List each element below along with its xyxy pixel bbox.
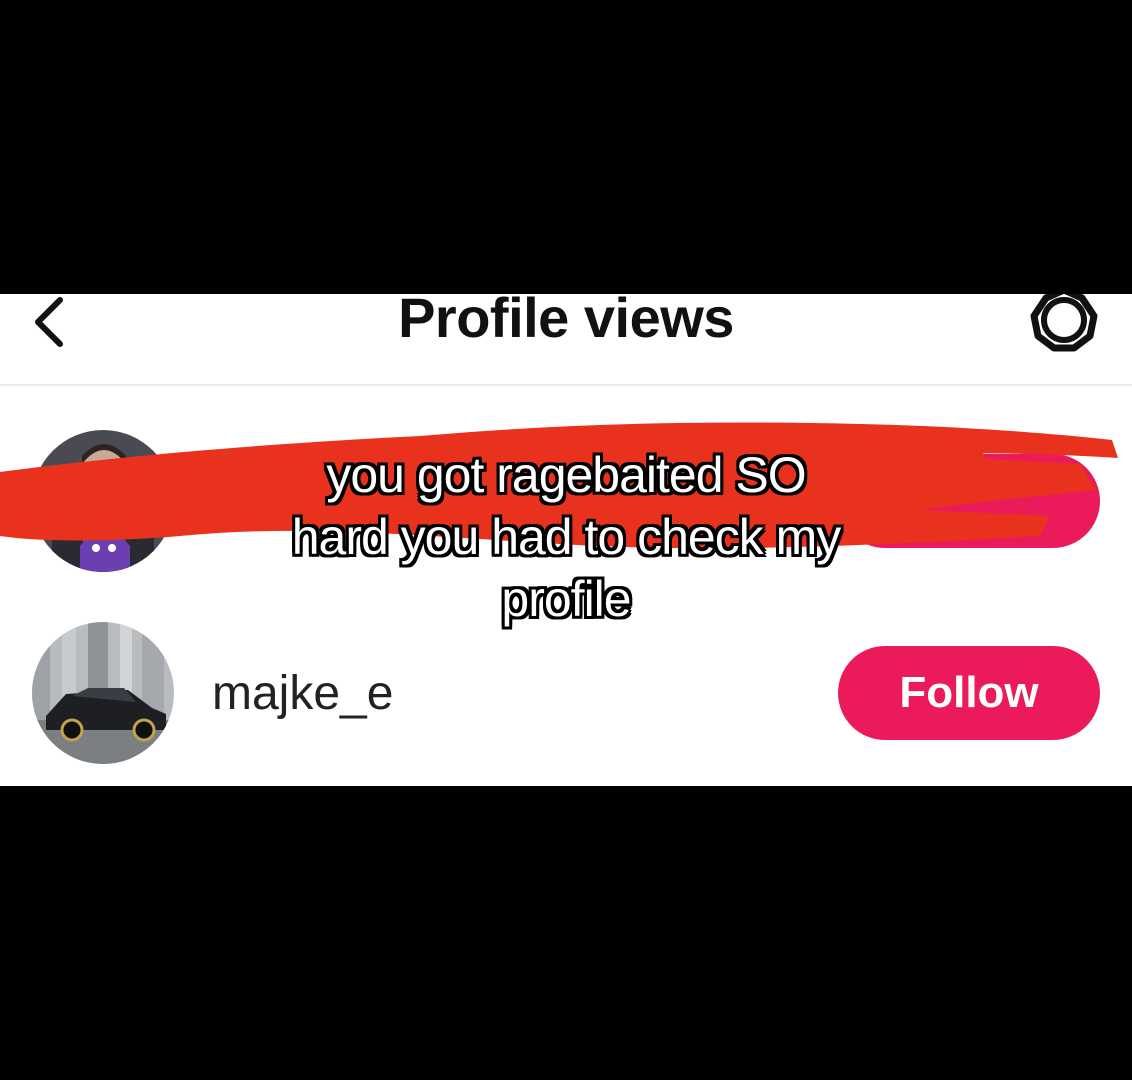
viewer-row[interactable]: majke_e Follow (0, 622, 1132, 772)
follow-button[interactable]: Follow (838, 646, 1100, 740)
gear-icon (1030, 294, 1098, 352)
video-frame: Profile views majke_e Follow you got rag… (0, 0, 1132, 1080)
viewer-avatar[interactable] (32, 430, 174, 572)
profile-views-screen: Profile views majke_e Follow (0, 294, 1132, 786)
viewer-avatar[interactable] (32, 622, 174, 764)
viewer-username[interactable]: majke_e (212, 666, 393, 721)
follow-button[interactable] (838, 454, 1100, 548)
settings-button[interactable] (1024, 294, 1104, 356)
header-bar: Profile views (0, 294, 1132, 386)
page-title: Profile views (398, 294, 734, 349)
viewer-row[interactable] (0, 430, 1132, 580)
